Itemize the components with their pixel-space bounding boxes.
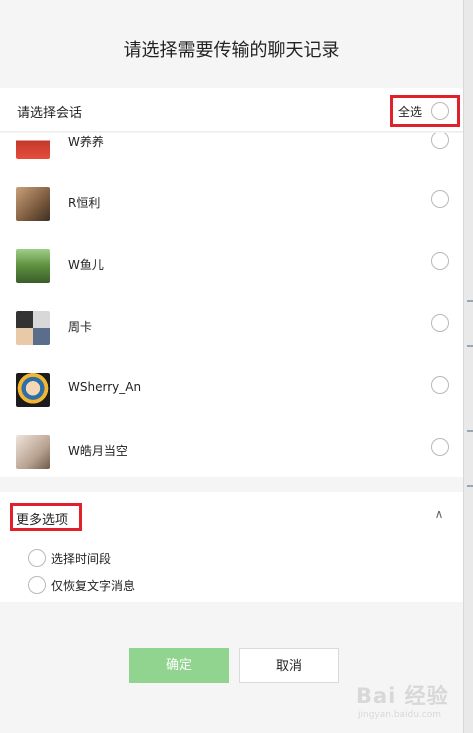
- list-item[interactable]: W皓月当空: [0, 421, 463, 477]
- list-item[interactable]: W养养: [0, 133, 463, 173]
- transfer-chat-dialog: 请选择需要传输的聊天记录 请选择会话 全选 W养养 R恒利 W鱼儿 周卡 WSh…: [0, 0, 463, 733]
- option-label: 仅恢复文字消息: [51, 579, 136, 593]
- select-all-label: 全选: [398, 105, 423, 119]
- option-time-range[interactable]: 选择时间段: [28, 548, 228, 568]
- conversation-radio[interactable]: [431, 133, 449, 149]
- background-window-edge: [463, 0, 473, 733]
- avatar: [16, 133, 50, 159]
- edge-mark: [467, 345, 473, 347]
- conversation-name: WSherry_An: [68, 380, 142, 394]
- more-options-title: 更多选项: [16, 513, 69, 528]
- cancel-button[interactable]: 取消: [239, 648, 339, 683]
- option-text-only[interactable]: 仅恢复文字消息: [28, 575, 228, 595]
- watermark-logo: Bai 经验 jingyan.baidu.com: [356, 680, 466, 726]
- list-item[interactable]: 周卡: [0, 297, 463, 359]
- time-range-radio[interactable]: [28, 549, 46, 567]
- list-item[interactable]: W鱼儿: [0, 235, 463, 297]
- section-label: 请选择会话: [17, 106, 83, 121]
- conversation-name: 周卡: [68, 320, 93, 334]
- watermark-text: Bai 经验: [356, 684, 449, 708]
- edge-mark: [467, 300, 473, 302]
- text-only-radio[interactable]: [28, 576, 46, 594]
- conversation-name: W鱼儿: [68, 258, 104, 272]
- avatar: [16, 249, 50, 283]
- conversation-name: W养养: [68, 135, 104, 149]
- list-item[interactable]: WSherry_An: [0, 359, 463, 421]
- avatar: [16, 187, 50, 221]
- avatar: [16, 435, 50, 469]
- select-all-radio[interactable]: [431, 102, 449, 120]
- conversation-name: W皓月当空: [68, 444, 128, 458]
- conversation-radio[interactable]: [431, 438, 449, 456]
- edge-mark: [467, 485, 473, 487]
- watermark-url: jingyan.baidu.com: [358, 710, 442, 720]
- list-item[interactable]: R恒利: [0, 173, 463, 235]
- conversation-list[interactable]: W养养 R恒利 W鱼儿 周卡 WSherry_An W皓月当空: [0, 133, 463, 477]
- edge-mark: [467, 430, 473, 432]
- select-all-toggle[interactable]: 全选: [390, 95, 460, 127]
- conversation-name: R恒利: [68, 196, 101, 210]
- conversation-radio[interactable]: [431, 376, 449, 394]
- dialog-title: 请选择需要传输的聊天记录: [123, 40, 340, 61]
- chevron-up-icon[interactable]: ∧: [433, 508, 445, 520]
- more-options-header[interactable]: 更多选项: [10, 503, 82, 531]
- avatar: [16, 311, 50, 345]
- option-label: 选择时间段: [51, 552, 112, 566]
- conversation-radio[interactable]: [431, 252, 449, 270]
- avatar: [16, 373, 50, 407]
- confirm-button[interactable]: 确定: [129, 648, 229, 683]
- conversation-radio[interactable]: [431, 190, 449, 208]
- conversation-radio[interactable]: [431, 314, 449, 332]
